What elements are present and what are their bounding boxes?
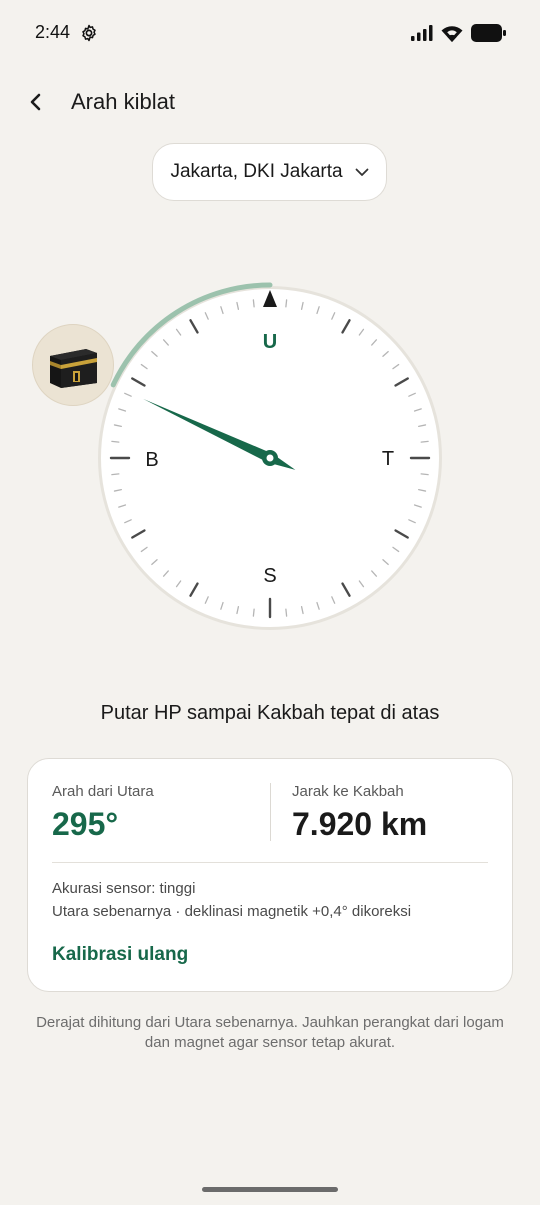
chevron-down-icon [355,168,368,176]
signal-icon [411,25,433,46]
home-indicator[interactable] [202,1187,338,1192]
recalibrate-button[interactable]: Kalibrasi ulang [52,944,188,966]
compass-minor-tick [285,608,288,617]
location-label: Jakarta, DKI Jakarta [170,161,343,182]
compass-label-north: U [263,331,277,353]
compass-label-south: S [263,565,276,587]
footnote-text: Derajat dihitung dari Utara sebenarnya. … [36,1014,504,1051]
sensor-accuracy-text: Akurasi sensor: tinggi [52,880,196,897]
distance-label: Jarak ke Kakbah [292,783,404,800]
app-bar: Arah kiblat [0,80,540,124]
distance-stat: Jarak ke Kakbah 7.920 km [292,783,427,843]
settings-gear-icon [80,24,98,47]
compass-minor-tick [420,440,429,443]
back-arrow-icon [30,93,41,111]
qibla-compass: U T S B [98,282,442,630]
direction-label: Arah dari Utara [52,783,154,800]
compass-minor-tick [420,473,429,476]
stat-divider [270,783,271,841]
compass-minor-tick [285,299,288,308]
status-time: 2:44 [35,22,71,42]
compass-label-west: B [145,449,158,471]
compass-minor-tick [252,299,255,308]
compass-minor-tick [111,473,120,476]
declination-text: Utara sebenarnya · deklinasi magnetik +0… [52,903,412,920]
battery-icon [471,24,506,47]
direction-value: 295° [52,806,119,842]
status-bar: 2:44 [0,0,540,66]
instruction-text: Putar HP sampai Kakbah tepat di atas [100,702,440,724]
distance-value: 7.920 km [292,806,428,842]
info-card: Arah dari Utara 295° Jarak ke Kakbah 7.9… [27,758,513,992]
compass-minor-tick [111,440,120,443]
wifi-icon [441,25,463,47]
kaaba-badge [32,324,114,406]
kaaba-icon [50,349,97,388]
page-title: Arah kiblat [71,89,175,114]
compass-minor-tick [252,608,255,617]
direction-stat: Arah dari Utara 295° [52,783,154,843]
compass-label-east: T [382,448,394,470]
location-dropdown[interactable]: Jakarta, DKI Jakarta [152,143,387,201]
card-divider [52,862,488,863]
back-button[interactable] [22,88,50,116]
